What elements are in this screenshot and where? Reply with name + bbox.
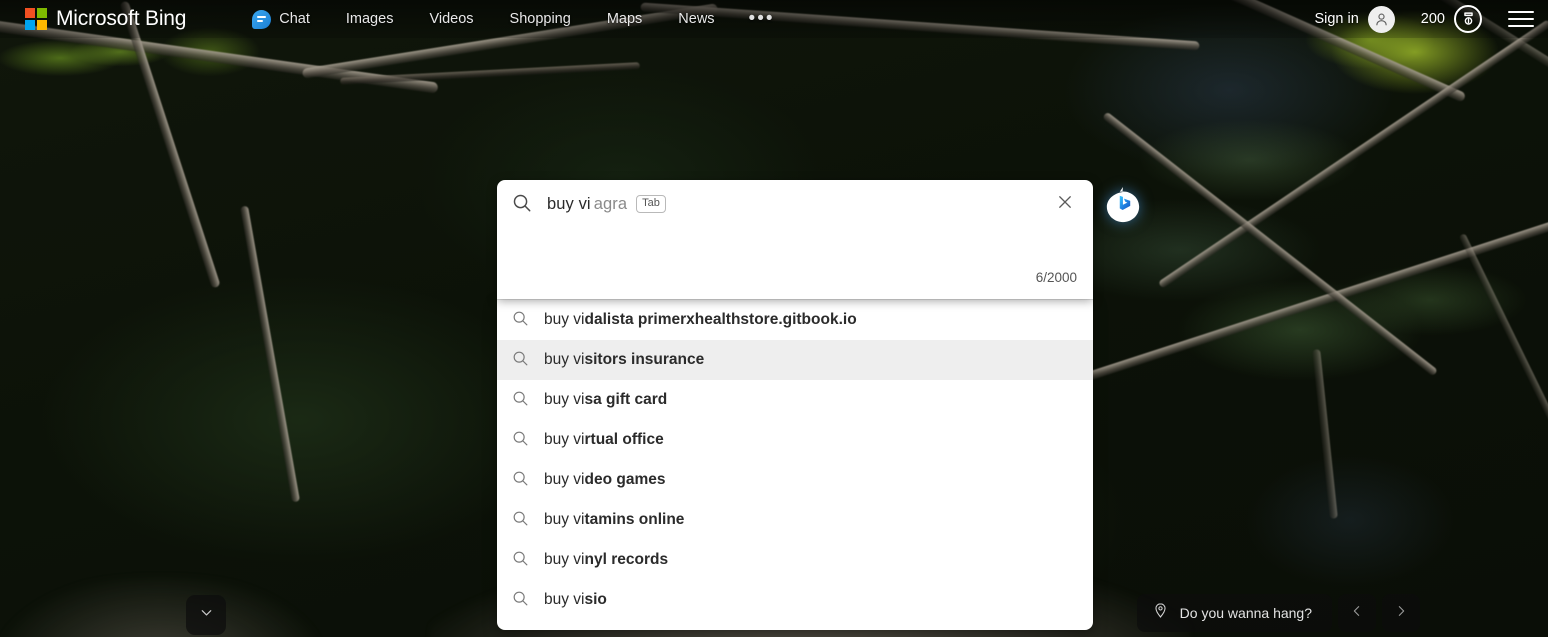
- search-icon: [511, 549, 530, 573]
- microsoft-bing-logo[interactable]: Microsoft Bing: [25, 7, 186, 31]
- search-box-card: buy vi agra Tab 6/2000: [497, 180, 1093, 299]
- nav-item-news[interactable]: News: [660, 7, 732, 31]
- sign-in-button[interactable]: Sign in: [1314, 5, 1398, 33]
- search-input[interactable]: buy vi agra Tab: [547, 195, 1043, 214]
- suggestion-prefix: buy vi: [544, 511, 585, 528]
- rewards-medal-icon: [1454, 5, 1482, 33]
- nav-label-maps: Maps: [606, 11, 643, 27]
- nav-label-videos: Videos: [429, 11, 474, 27]
- suggestion-prefix: buy vi: [544, 311, 585, 328]
- suggestion-label: buy virtual office: [544, 431, 664, 449]
- search-icon: [511, 509, 530, 533]
- nav-label-news: News: [678, 11, 715, 27]
- clear-search-button[interactable]: [1043, 182, 1087, 226]
- close-icon: [1056, 193, 1074, 216]
- suggestion-item[interactable]: buy vinyl records: [497, 540, 1093, 580]
- bing-chat-bubble-icon[interactable]: [1104, 186, 1142, 224]
- search-autocomplete-ghost-text: agra: [593, 194, 628, 213]
- suggestion-label: buy visio: [544, 591, 607, 609]
- suggestion-completion: sa gift card: [584, 391, 668, 408]
- suggestion-prefix: buy vi: [544, 391, 585, 408]
- suggestion-completion: dalista primerxhealthstore.gitbook.io: [584, 311, 857, 328]
- search-icon: [511, 429, 530, 453]
- suggestion-label: buy vitamins online: [544, 511, 684, 529]
- nav-label-shopping: Shopping: [509, 11, 571, 27]
- header-right-cluster: Sign in 200: [1314, 5, 1534, 33]
- nav-item-videos[interactable]: Videos: [411, 7, 491, 31]
- suggestion-prefix: buy vi: [544, 471, 585, 488]
- brand-name: Microsoft Bing: [56, 7, 187, 30]
- search-icon: [511, 192, 533, 219]
- search-typed-text: buy vi: [547, 194, 591, 213]
- nav-item-shopping[interactable]: Shopping: [492, 7, 589, 31]
- hang-out-info-pill[interactable]: Do you wanna hang?: [1136, 594, 1332, 632]
- primary-nav: Chat Images Videos Shopping Maps News ••…: [234, 6, 790, 33]
- suggestion-label: buy visitors insurance: [544, 351, 704, 369]
- sign-in-label: Sign in: [1314, 11, 1359, 27]
- suggestion-completion: tamins online: [584, 511, 685, 528]
- person-icon: [1367, 5, 1395, 33]
- search-suggestions-dropdown: buy vidalista primerxhealthstore.gitbook…: [497, 299, 1093, 630]
- suggestion-item[interactable]: buy visa gift card: [497, 380, 1093, 420]
- nav-item-images[interactable]: Images: [328, 7, 412, 31]
- logo-square-top-right: [37, 8, 47, 18]
- suggestion-item[interactable]: buy virtual office: [497, 420, 1093, 460]
- search-icon: [511, 589, 530, 613]
- rewards-button[interactable]: 200: [1421, 5, 1482, 33]
- bing-homepage: Microsoft Bing Chat Images Videos Shoppi…: [0, 0, 1548, 637]
- nav-label-chat: Chat: [279, 11, 310, 27]
- logo-square-bottom-right: [37, 20, 47, 30]
- top-header-bar: Microsoft Bing Chat Images Videos Shoppi…: [0, 0, 1548, 38]
- nav-more-ellipsis-icon[interactable]: •••: [733, 9, 791, 28]
- rewards-points: 200: [1420, 11, 1445, 27]
- chevron-down-icon: [198, 604, 215, 626]
- suggestion-item[interactable]: buy visio: [497, 580, 1093, 620]
- scroll-down-button[interactable]: [186, 595, 226, 635]
- nav-label-images: Images: [345, 11, 394, 27]
- suggestion-prefix: buy vi: [544, 431, 585, 448]
- suggestion-completion: nyl records: [584, 551, 669, 568]
- location-pin-icon: [1152, 602, 1169, 624]
- search-icon: [511, 469, 530, 493]
- suggestion-prefix: buy vi: [544, 551, 585, 568]
- chat-bubble-icon: [252, 9, 272, 29]
- chevron-left-icon: [1349, 603, 1365, 624]
- suggestion-completion: rtual office: [584, 431, 664, 448]
- search-icon: [511, 349, 530, 373]
- suggestion-label: buy video games: [544, 471, 665, 489]
- character-counter: 6/2000: [1035, 270, 1077, 285]
- bottom-right-controls: Do you wanna hang?: [1136, 594, 1420, 632]
- microsoft-logo-icon: [25, 8, 47, 30]
- suggestion-completion: deo games: [584, 471, 666, 488]
- suggestion-item[interactable]: buy vidalista primerxhealthstore.gitbook…: [497, 300, 1093, 340]
- nav-item-chat[interactable]: Chat: [234, 6, 328, 33]
- next-card-button[interactable]: [1382, 594, 1420, 632]
- tab-key-hint: Tab: [636, 195, 666, 213]
- suggestion-item[interactable]: buy visitors insurance: [497, 340, 1093, 380]
- suggestion-completion: sitors insurance: [584, 351, 705, 368]
- suggestion-label: buy visa gift card: [544, 391, 667, 409]
- search-panel: buy vi agra Tab 6/2000 buy vidalista pri…: [497, 180, 1093, 630]
- suggestion-label: buy vidalista primerxhealthstore.gitbook…: [544, 311, 857, 329]
- suggestion-prefix: buy vi: [544, 591, 585, 608]
- search-input-row: buy vi agra Tab: [497, 180, 1093, 228]
- suggestion-item[interactable]: buy video games: [497, 460, 1093, 500]
- previous-card-button[interactable]: [1338, 594, 1376, 632]
- suggestion-label: buy vinyl records: [544, 551, 668, 569]
- suggestion-completion: sio: [584, 591, 607, 608]
- chevron-right-icon: [1393, 603, 1409, 624]
- logo-square-bottom-left: [25, 20, 35, 30]
- hang-out-label: Do you wanna hang?: [1179, 605, 1312, 621]
- suggestion-prefix: buy vi: [544, 351, 585, 368]
- nav-item-maps[interactable]: Maps: [589, 7, 660, 31]
- logo-square-top-left: [25, 8, 35, 18]
- search-icon: [511, 389, 530, 413]
- search-icon: [511, 309, 530, 333]
- suggestion-item[interactable]: buy vitamins online: [497, 500, 1093, 540]
- hamburger-menu-icon[interactable]: [1508, 9, 1534, 29]
